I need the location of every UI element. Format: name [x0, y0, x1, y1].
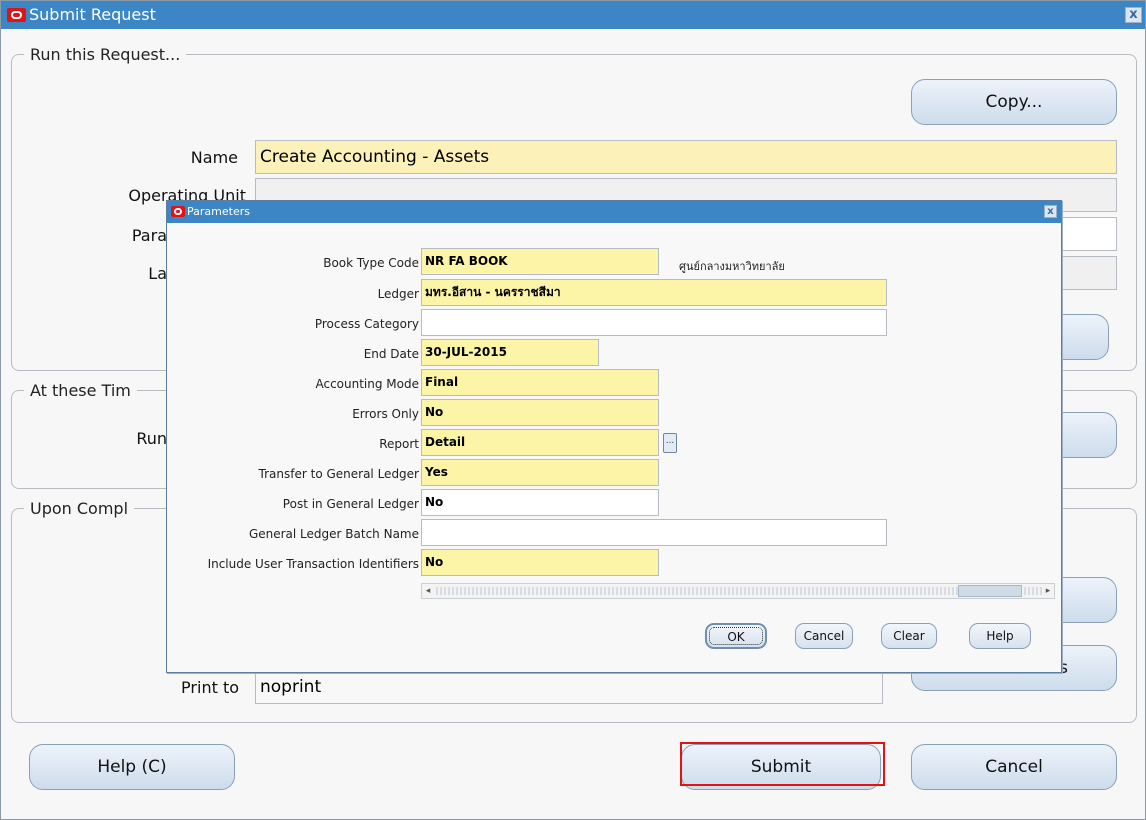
run-label: Run [136, 429, 167, 448]
report-field[interactable]: Detail [421, 429, 659, 456]
scrollbar-thumb[interactable] [958, 585, 1022, 597]
run-request-legend: Run this Request... [30, 45, 181, 64]
transfer-to-gl-label: Transfer to General Ledger [258, 467, 419, 481]
completion-legend: Upon Compl [30, 499, 129, 518]
end-date-label: End Date [363, 347, 419, 361]
close-icon[interactable]: x [1125, 7, 1142, 23]
window-title: Submit Request [29, 5, 156, 24]
param-help-button[interactable]: Help [969, 623, 1031, 649]
language-label: La [148, 264, 167, 283]
print-to-label: Print to [181, 678, 239, 697]
post-in-gl-field[interactable]: No [421, 489, 659, 516]
ledger-label: Ledger [377, 287, 419, 301]
post-in-gl-label: Post in General Ledger [282, 497, 419, 511]
book-type-code-label: Book Type Code [323, 256, 419, 270]
include-user-trx-ids-label: Include User Transaction Identifiers [207, 557, 419, 571]
name-label: Name [190, 148, 238, 167]
schedule-legend: At these Tim [30, 381, 131, 400]
parameters-label: Para [131, 226, 167, 245]
ledger-field[interactable]: มทร.อีสาน - นครราชสีมา [421, 279, 887, 306]
transfer-to-gl-field[interactable]: Yes [421, 459, 659, 486]
accounting-mode-label: Accounting Mode [315, 377, 419, 391]
include-user-trx-ids-field[interactable]: No [421, 549, 659, 576]
param-cancel-button[interactable]: Cancel [795, 623, 853, 649]
scroll-left-icon[interactable]: ◂ [422, 585, 434, 597]
help-button[interactable]: Help (C) [29, 744, 235, 790]
end-date-field[interactable]: 30-JUL-2015 [421, 339, 599, 366]
copy-button[interactable]: Copy... [911, 79, 1117, 125]
name-field[interactable]: Create Accounting - Assets [255, 140, 1117, 174]
process-category-label: Process Category [314, 317, 419, 331]
close-icon[interactable]: x [1044, 205, 1057, 218]
errors-only-field[interactable]: No [421, 399, 659, 426]
cancel-button[interactable]: Cancel [911, 744, 1117, 790]
gl-batch-name-field[interactable] [421, 519, 887, 546]
book-type-code-field[interactable]: NR FA BOOK [421, 248, 659, 275]
oracle-logo-icon [171, 206, 185, 217]
parameters-dialog: Parameters x Book Type Code NR FA BOOK ศ… [166, 200, 1062, 673]
submit-highlight [680, 742, 885, 786]
scroll-right-icon[interactable]: ▸ [1042, 585, 1054, 597]
window-title-bar: Submit Request x [1, 1, 1145, 29]
parameters-title: Parameters [187, 205, 250, 218]
scrollbar-track[interactable] [434, 587, 1042, 595]
report-lov-button[interactable]: ... [663, 433, 677, 453]
parameters-title-bar: Parameters x [167, 201, 1061, 223]
parameters-scrollbar[interactable]: ◂ ▸ [421, 583, 1055, 599]
errors-only-label: Errors Only [352, 407, 419, 421]
print-to-field[interactable]: noprint [255, 670, 883, 704]
clear-button[interactable]: Clear [881, 623, 937, 649]
process-category-field[interactable] [421, 309, 887, 336]
book-type-description: ศูนย์กลางมหาวิทยาลัย [679, 260, 785, 273]
oracle-logo-icon [7, 8, 26, 22]
ok-button[interactable]: OK [705, 623, 767, 649]
report-label: Report [379, 437, 419, 451]
accounting-mode-field[interactable]: Final [421, 369, 659, 396]
gl-batch-name-label: General Ledger Batch Name [248, 527, 419, 541]
